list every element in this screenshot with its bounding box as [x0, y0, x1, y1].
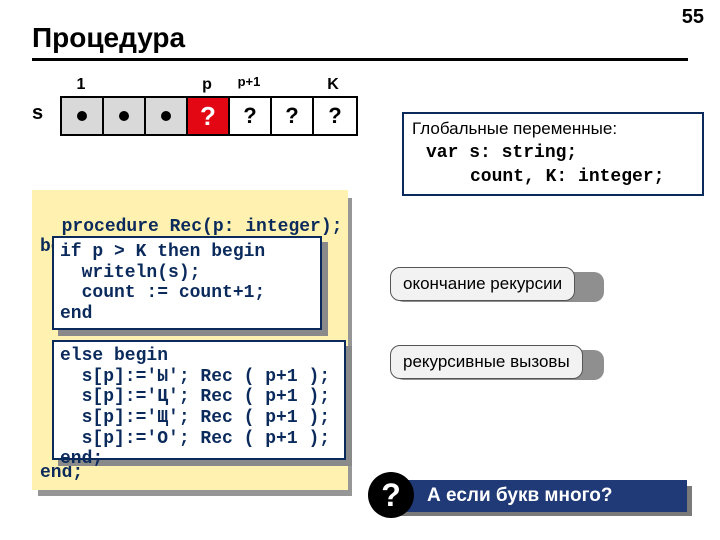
array-cell: ? — [314, 98, 356, 134]
array-cells: ???? — [60, 96, 358, 136]
code-box-recursion: else begin s[p]:='Ы'; Rec ( p+1 ); s[p]:… — [52, 340, 346, 460]
array-cell — [104, 98, 146, 134]
callout-termination: окончание рекурсии — [390, 267, 575, 301]
dot-icon — [119, 111, 129, 121]
title-underline — [32, 58, 688, 61]
col-label: p+1 — [228, 76, 270, 94]
array-s-label: s — [32, 102, 43, 125]
question-icon: ? — [368, 472, 414, 518]
globals-line: var s: string; — [412, 141, 694, 165]
array-col-labels: 1 p p+1 K — [60, 76, 358, 94]
col-label: K — [312, 76, 354, 94]
array-cell — [146, 98, 188, 134]
globals-line: count, K: integer; — [412, 165, 694, 189]
globals-box: Глобальные переменные: var s: string; co… — [402, 112, 704, 196]
dot-icon — [77, 111, 87, 121]
code-box-termination: if p > K then begin writeln(s); count :=… — [52, 236, 322, 330]
col-label: p — [186, 76, 228, 94]
col-label — [144, 76, 186, 94]
page-title: Процедура — [32, 22, 185, 54]
question-bar: А если букв много? — [391, 480, 687, 512]
question-text: А если букв много? — [427, 485, 612, 507]
col-label — [270, 76, 312, 94]
col-label — [102, 76, 144, 94]
dot-icon — [161, 111, 171, 121]
array-cell — [62, 98, 104, 134]
globals-header: Глобальные переменные: — [412, 118, 694, 141]
col-label: 1 — [60, 76, 102, 94]
array-s: 1 p p+1 K s ???? — [32, 76, 358, 136]
array-cell: ? — [272, 98, 314, 134]
array-cell: ? — [230, 98, 272, 134]
callout-recursion: рекурсивные вызовы — [390, 345, 583, 379]
array-cell: ? — [188, 98, 230, 134]
page-number: 55 — [682, 6, 704, 29]
